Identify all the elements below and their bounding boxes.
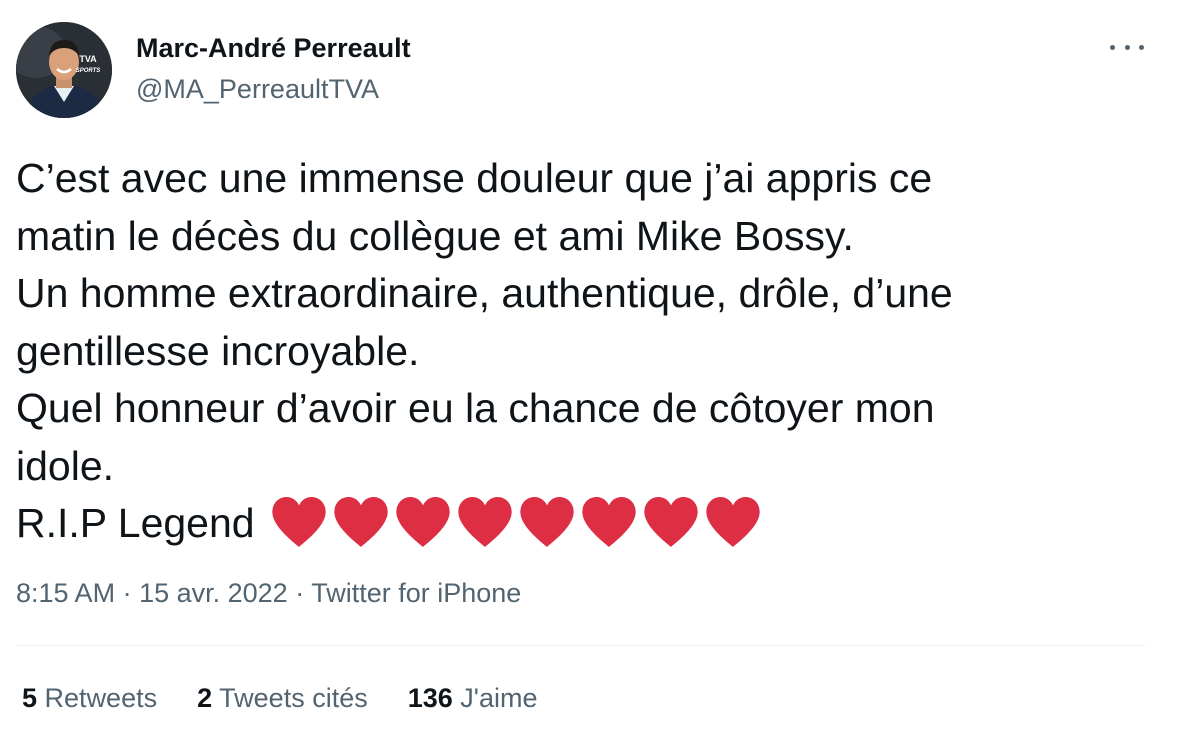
likes-stat[interactable]: 136 J'aime [408,683,538,714]
tweet-line: matin le décès du collègue et ami Mike B… [16,212,854,259]
red-heart-icon [581,497,636,548]
divider [16,645,1146,646]
retweets-count: 5 [22,683,38,713]
quotes-label: Tweets cités [219,683,368,713]
tweet-time[interactable]: 8:15 AM [16,578,115,608]
tweet-line: gentillesse incroyable. [16,327,420,374]
tweet-line: C’est avec une immense douleur que j’ai … [16,155,933,201]
dot [1110,44,1115,50]
tweet-stats: 5 Retweets 2 Tweets cités 136 J'aime [22,683,577,714]
likes-count: 136 [407,683,453,713]
quotes-stat[interactable]: 2 Tweets cités [197,683,368,714]
tweet-date[interactable]: 15 avr. 2022 [139,578,288,608]
tweet-line: R.I.P Legend [16,500,255,546]
red-heart-icon [643,497,698,548]
more-dots-icon[interactable] [1110,34,1144,60]
tweet: TVA SPORTS Marc-André Perreault @MA_Perr… [0,0,1178,734]
dot [1139,44,1144,50]
red-heart-icon [705,497,760,548]
avatar-image: TVA SPORTS [16,22,112,118]
likes-label: J'aime [460,683,538,713]
quotes-count: 2 [197,683,213,713]
tweet-line: idole. [16,442,115,489]
author-name[interactable]: Marc-André Perreault [136,33,411,64]
author-handle[interactable]: @MA_PerreaultTVA [136,74,379,105]
red-heart-icon [333,497,388,548]
red-heart-icon [457,497,512,548]
dot [1124,44,1130,50]
hearts-row [269,495,763,549]
tweet-text: C’est avec une immense douleur que j’ai … [16,150,1136,553]
red-heart-icon [395,497,450,548]
tweet-meta: 8:15 AM · 15 avr. 2022 · Twitter for iPh… [16,578,521,609]
red-heart-icon [271,497,326,548]
meta-separator: · [287,578,312,608]
tweet-line: Quel honneur d’avoir eu la chance de côt… [16,385,935,431]
tweet-line: Un homme extraordinaire, authentique, dr… [16,270,953,316]
retweets-stat[interactable]: 5 Retweets [22,683,157,714]
retweets-label: Retweets [44,683,158,713]
avatar-badge-bottom: SPORTS [76,68,101,74]
red-heart-icon [519,497,574,548]
tweet-source[interactable]: Twitter for iPhone [311,578,521,608]
avatar-badge-top: TVA [79,54,97,64]
avatar[interactable]: TVA SPORTS [16,22,112,118]
tweet-last-line: R.I.P Legend [16,495,1136,553]
meta-separator: · [115,578,140,608]
